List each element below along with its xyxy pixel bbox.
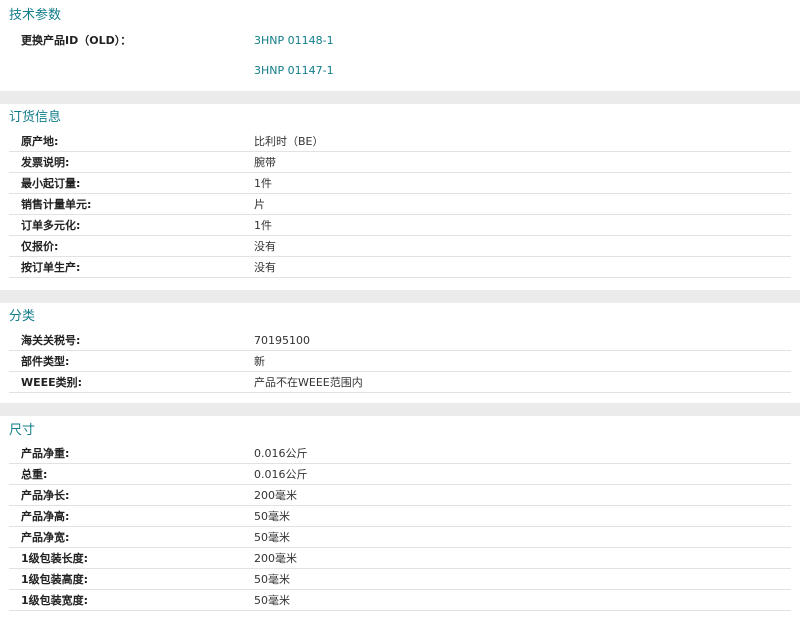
row-divider: [9, 392, 791, 393]
spec-value: 腕带: [254, 156, 276, 169]
spec-label: 最小起订量:: [21, 177, 81, 190]
spec-label: 产品净高:: [21, 510, 70, 523]
spec-value: 没有: [254, 240, 276, 253]
spec-row: 产品净高: 50毫米: [0, 506, 800, 527]
dimensions-section: 尺寸 产品净重: 0.016公斤 总重: 0.016公斤 产品净长: 200毫米 产品净高:…: [0, 416, 800, 622]
spec-label: 产品净重:: [21, 447, 70, 460]
spec-value: 1件: [254, 177, 272, 190]
section-title-dimensions: 尺寸: [9, 423, 36, 438]
spec-value: 新: [254, 355, 265, 368]
spec-row: 产品净宽: 50毫米: [0, 527, 800, 548]
spec-label: 原产地:: [21, 135, 59, 148]
section-gap: [0, 91, 800, 104]
ordering-section: 订货信息 原产地: 比利时（BE） 发票说明: 腕带 最小起订量: 1件 销售计量单元: 片订…: [0, 104, 800, 290]
spec-label: 部件类型:: [21, 355, 70, 368]
spec-label: 产品净宽:: [21, 531, 70, 544]
spec-row: WEEE类别: 产品不在WEEE范围内: [0, 372, 800, 393]
classification-section: 分类 海关关税号: 70195100 部件类型: 新 WEEE类别: 产品不在WEEE范围…: [0, 303, 800, 403]
spec-row: 产品净重: 0.016公斤: [0, 443, 800, 464]
tech-params-section: 技术参数 更换产品ID（OLD）： 3HNP 01148-1 3HNP 0114…: [0, 0, 800, 91]
spec-label: 按订单生产:: [21, 261, 81, 274]
spec-row: 1级包装宽度: 50毫米: [0, 590, 800, 611]
spec-row: 总重: 0.016公斤: [0, 464, 800, 485]
spec-label: 产品净长:: [21, 489, 70, 502]
spec-row: 1级包装长度: 200毫米: [0, 548, 800, 569]
row-divider: [9, 610, 791, 611]
spec-value: 50毫米: [254, 510, 290, 523]
spec-value: 50毫米: [254, 531, 290, 544]
spec-row: 产品净长: 200毫米: [0, 485, 800, 506]
spec-value: 70195100: [254, 334, 310, 347]
spec-value: 200毫米: [254, 489, 297, 502]
spec-row: 海关关税号: 70195100: [0, 330, 800, 351]
section-gap: [0, 403, 800, 416]
spec-value: 0.016公斤: [254, 468, 308, 481]
replace-product-link-2[interactable]: 3HNP 01147-1: [254, 63, 334, 79]
spec-row: 发票说明: 腕带: [0, 152, 800, 173]
spec-value: 比利时（BE）: [254, 135, 324, 148]
spec-value: 片: [254, 198, 265, 211]
spec-label: 订单多元化:: [21, 219, 81, 232]
section-title-tech: 技术参数: [9, 8, 62, 23]
spec-value: 50毫米: [254, 594, 290, 607]
spec-row: 原产地: 比利时（BE）: [0, 131, 800, 152]
spec-row: 按订单生产: 没有: [0, 257, 800, 278]
spec-label: WEEE类别:: [21, 376, 83, 389]
spec-value: 没有: [254, 261, 276, 274]
spec-row: 1级包装高度: 50毫米: [0, 569, 800, 590]
spec-row: 仅报价: 没有: [0, 236, 800, 257]
spec-row: 订单多元化: 1件: [0, 215, 800, 236]
spec-row: 销售计量单元: 片: [0, 194, 800, 215]
section-gap: [0, 290, 800, 303]
section-title-ordering: 订货信息: [9, 110, 62, 125]
spec-row: 部件类型: 新: [0, 351, 800, 372]
spec-value: 产品不在WEEE范围内: [254, 376, 363, 389]
spec-value: 50毫米: [254, 573, 290, 586]
spec-value: 0.016公斤: [254, 447, 308, 460]
spec-label: 总重:: [21, 468, 48, 481]
spec-label: 仅报价:: [21, 240, 59, 253]
replace-product-label: 更换产品ID（OLD）：: [21, 34, 132, 47]
row-divider: [9, 277, 791, 278]
spec-label: 销售计量单元:: [21, 198, 92, 211]
replace-product-link-1[interactable]: 3HNP 01148-1: [254, 33, 334, 49]
spec-label: 1级包装宽度:: [21, 594, 89, 607]
section-title-classification: 分类: [9, 309, 36, 324]
spec-label: 1级包装长度:: [21, 552, 89, 565]
spec-value: 1件: [254, 219, 272, 232]
spec-value: 200毫米: [254, 552, 297, 565]
spec-label: 海关关税号:: [21, 334, 81, 347]
spec-row: 最小起订量: 1件: [0, 173, 800, 194]
spec-label: 发票说明:: [21, 156, 70, 169]
spec-label: 1级包装高度:: [21, 573, 89, 586]
